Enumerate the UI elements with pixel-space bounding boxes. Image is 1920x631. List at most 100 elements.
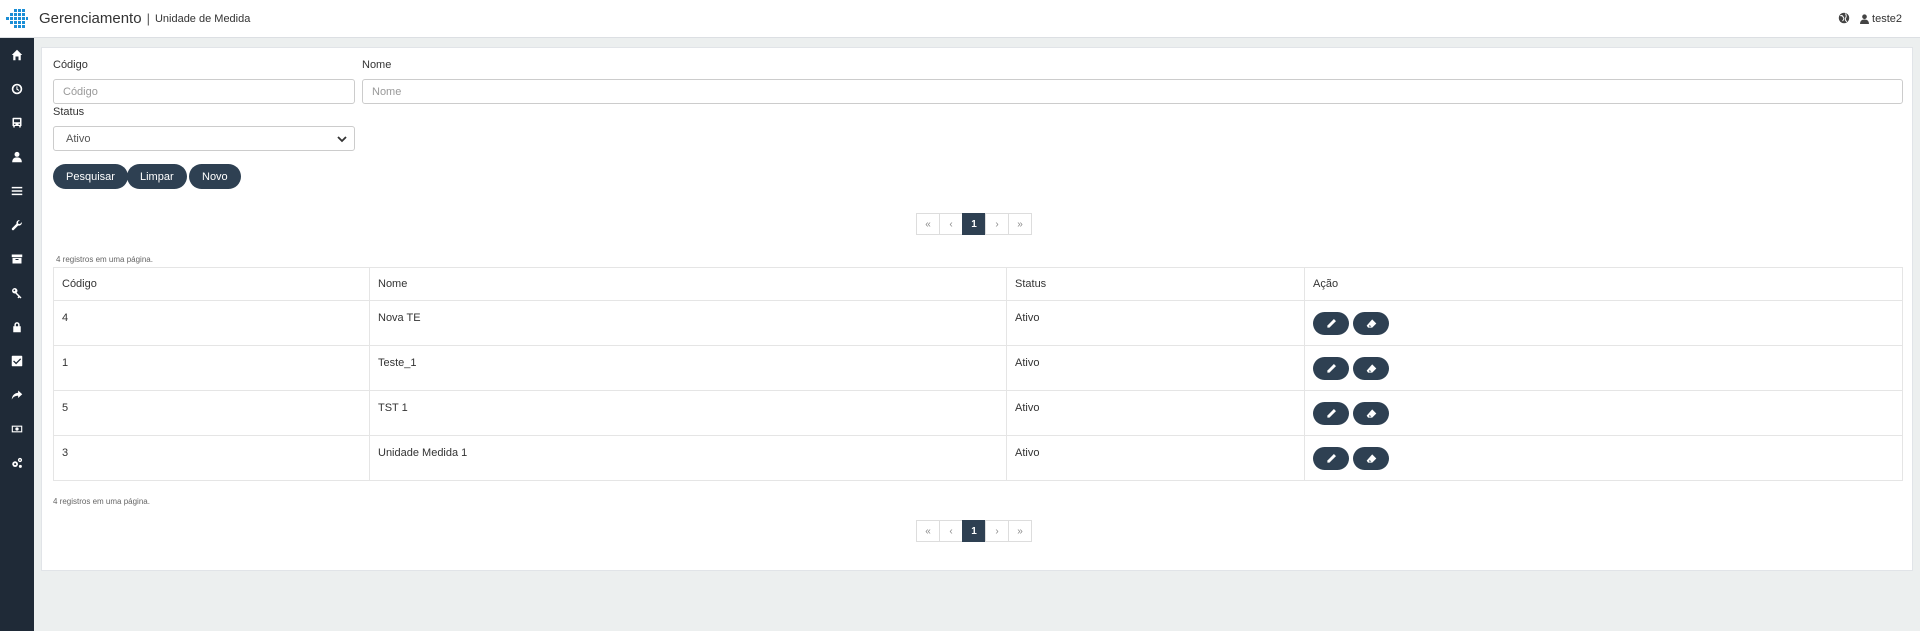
clock-icon (11, 83, 23, 95)
home-icon (11, 49, 23, 61)
cell-nome: Unidade Medida 1 (369, 435, 1007, 481)
results-table: Código Nome Status Ação 4 Nova TE Ativo (53, 267, 1903, 481)
cell-status: Ativo (1006, 300, 1305, 346)
sidebar-item-home[interactable] (0, 38, 34, 72)
key-icon (12, 288, 22, 299)
cell-nome: TST 1 (369, 390, 1007, 436)
page-current[interactable]: 1 (962, 520, 986, 542)
page-next[interactable]: › (985, 213, 1009, 235)
sidebar-item-lock[interactable] (0, 310, 34, 344)
nome-label: Nome (362, 59, 392, 71)
clear-button[interactable]: Limpar (127, 164, 187, 189)
money-icon (11, 425, 23, 433)
page-prev[interactable]: ‹ (939, 213, 963, 235)
logo-icon (6, 8, 28, 28)
cell-status: Ativo (1006, 390, 1305, 436)
sidebar-item-checkbox[interactable] (0, 344, 34, 378)
pagination-bottom: « ‹ 1 › » (916, 520, 1032, 542)
sidebar-item-keys[interactable] (0, 276, 34, 310)
delete-button[interactable] (1353, 447, 1389, 470)
codigo-label: Código (53, 59, 88, 71)
pencil-icon (1326, 454, 1336, 463)
share-icon (11, 390, 23, 400)
sidebar-item-user[interactable] (0, 140, 34, 174)
table-row: 4 Nova TE Ativo (53, 300, 1903, 346)
records-info-bottom: 4 registros em uma página. (53, 497, 150, 506)
pencil-icon (1326, 319, 1336, 328)
nome-input[interactable] (362, 79, 1903, 104)
cell-nome: Nova TE (369, 300, 1007, 346)
table-row: 3 Unidade Medida 1 Ativo (53, 435, 1903, 481)
edit-button[interactable] (1313, 447, 1349, 470)
page-first[interactable]: « (916, 213, 940, 235)
user-menu[interactable]: teste2 (1860, 13, 1902, 25)
user-icon (12, 151, 22, 163)
page-current[interactable]: 1 (962, 213, 986, 235)
sidebar-item-share[interactable] (0, 378, 34, 412)
cell-actions (1304, 345, 1903, 391)
search-button[interactable]: Pesquisar (53, 164, 128, 189)
table-row: 1 Teste_1 Ativo (53, 345, 1903, 391)
cogs-icon (12, 457, 23, 468)
cell-codigo: 4 (53, 300, 370, 346)
sidebar (0, 38, 34, 631)
pagination-top: « ‹ 1 › » (916, 213, 1032, 235)
eraser-icon (1366, 409, 1376, 418)
cell-nome: Teste_1 (369, 345, 1007, 391)
codigo-input[interactable] (53, 79, 355, 104)
cell-codigo: 5 (53, 390, 370, 436)
wrench-icon (11, 220, 22, 231)
col-header-nome[interactable]: Nome (369, 267, 1007, 301)
globe-icon[interactable] (1838, 12, 1850, 27)
pencil-icon (1326, 409, 1336, 418)
delete-button[interactable] (1353, 402, 1389, 425)
eraser-icon (1366, 454, 1376, 463)
sidebar-item-wrench[interactable] (0, 208, 34, 242)
header-actions: teste2 (1838, 0, 1902, 38)
title-separator: | (146, 11, 150, 26)
new-button[interactable]: Novo (189, 164, 241, 189)
archive-icon (11, 254, 23, 264)
table-row: 5 TST 1 Ativo (53, 390, 1903, 436)
cell-status: Ativo (1006, 435, 1305, 481)
status-label: Status (53, 106, 85, 118)
delete-button[interactable] (1353, 357, 1389, 380)
eraser-icon (1366, 364, 1376, 373)
edit-button[interactable] (1313, 357, 1349, 380)
cell-actions (1304, 435, 1903, 481)
edit-button[interactable] (1313, 402, 1349, 425)
list-icon (11, 186, 23, 196)
delete-button[interactable] (1353, 312, 1389, 335)
col-header-acao: Ação (1304, 267, 1903, 301)
sidebar-item-list[interactable] (0, 174, 34, 208)
col-header-status[interactable]: Status (1006, 267, 1305, 301)
status-selected-value: Ativo (66, 132, 91, 145)
table-header-row: Código Nome Status Ação (53, 267, 1903, 301)
page-prev[interactable]: ‹ (939, 520, 963, 542)
sidebar-item-bus[interactable] (0, 106, 34, 140)
page-next[interactable]: › (985, 520, 1009, 542)
col-header-codigo[interactable]: Código (53, 267, 370, 301)
sidebar-item-settings[interactable] (0, 446, 34, 480)
status-select[interactable]: Ativo (53, 126, 355, 151)
records-info-top: 4 registros em uma página. (56, 255, 153, 264)
cell-codigo: 1 (53, 345, 370, 391)
page-last[interactable]: » (1008, 520, 1032, 542)
page-first[interactable]: « (916, 520, 940, 542)
cell-actions (1304, 300, 1903, 346)
chevron-down-icon (337, 136, 347, 143)
logo (0, 0, 34, 38)
filter-card: Código Nome Status Ativo Pesquisar Limpa… (41, 47, 1913, 571)
user-icon (1860, 14, 1870, 24)
sidebar-item-money[interactable] (0, 412, 34, 446)
pencil-icon (1326, 364, 1336, 373)
eraser-icon (1366, 319, 1376, 328)
checkbox-icon (11, 355, 23, 367)
page-last[interactable]: » (1008, 213, 1032, 235)
page-subtitle: Unidade de Medida (154, 12, 251, 25)
edit-button[interactable] (1313, 312, 1349, 335)
sidebar-item-archive[interactable] (0, 242, 34, 276)
sidebar-item-clock[interactable] (0, 72, 34, 106)
username: teste2 (1872, 13, 1902, 25)
cell-actions (1304, 390, 1903, 436)
